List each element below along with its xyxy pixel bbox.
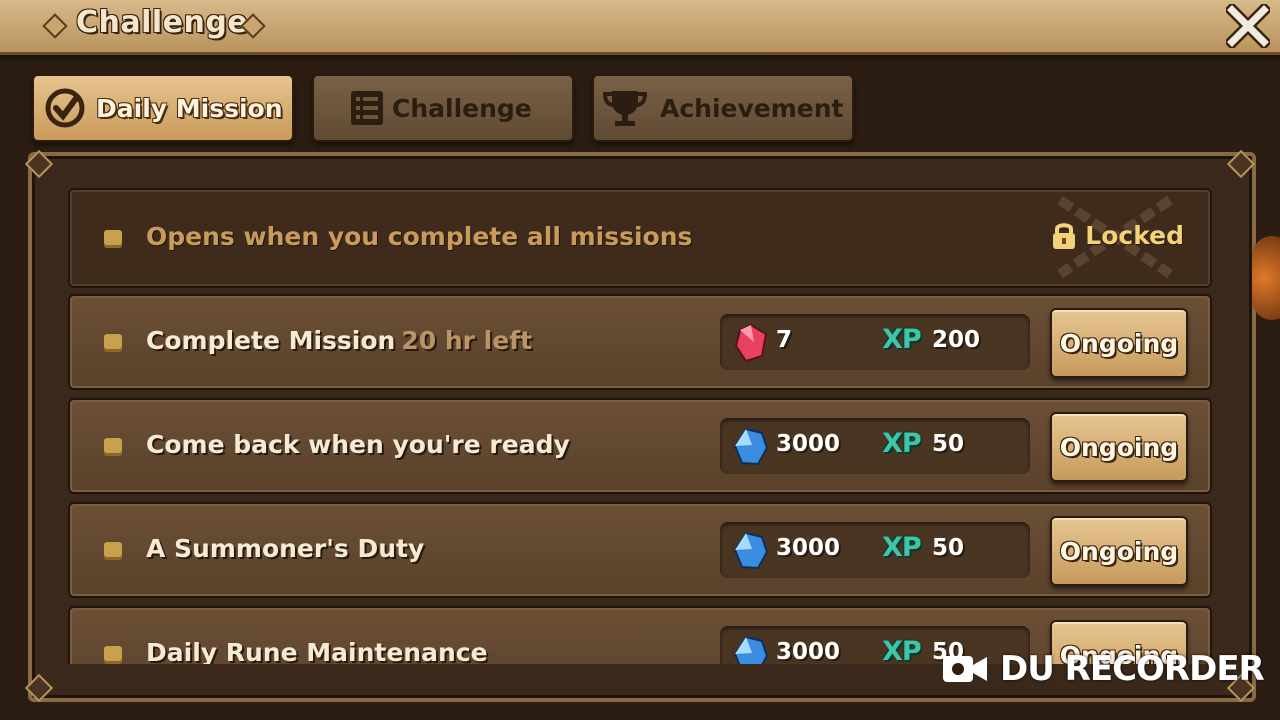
locked-label: Locked <box>1085 220 1184 250</box>
mission-title: Complete Mission 20 hr left <box>146 326 532 355</box>
checkmark-icon <box>45 88 85 128</box>
xp-label: XP <box>882 324 922 355</box>
reward-box: 7 XP 200 <box>720 314 1030 370</box>
mission-list[interactable]: Opens when you complete all missions Loc… <box>68 188 1212 664</box>
close-icon[interactable] <box>1226 4 1270 48</box>
list-icon <box>351 91 383 125</box>
ongoing-button[interactable]: Ongoing <box>1050 412 1188 482</box>
tab-label: Daily Mission <box>96 93 283 123</box>
blue-crystal-icon <box>734 532 768 570</box>
mission-title-text: Complete Mission <box>146 326 396 355</box>
mission-row: Come back when you're ready 3000 XP 50 O… <box>68 398 1212 494</box>
tab-achievement[interactable]: Achievement <box>592 74 854 142</box>
ornament-icon <box>42 13 68 39</box>
blue-crystal-icon <box>734 636 768 664</box>
mission-title: Daily Rune Maintenance <box>146 638 488 664</box>
button-label: Ongoing <box>1059 328 1179 358</box>
tab-label: Achievement <box>660 93 844 123</box>
button-label: Ongoing <box>1059 432 1179 462</box>
bullet-icon <box>104 438 122 456</box>
xp-amount: 50 <box>932 431 965 457</box>
mission-row: Complete Mission 20 hr left 7 XP 200 Ongo… <box>68 294 1212 390</box>
blue-crystal-icon <box>734 428 768 466</box>
reward-box: 3000 XP 50 <box>720 418 1030 474</box>
bullet-icon <box>104 542 122 560</box>
xp-amount: 50 <box>932 535 965 561</box>
xp-label: XP <box>882 428 922 459</box>
time-left: 20 hr left <box>401 326 533 355</box>
mission-title: Come back when you're ready <box>146 430 570 459</box>
xp-label: XP <box>882 636 922 664</box>
bullet-icon <box>104 334 122 352</box>
reward-box: 3000 XP 50 <box>720 522 1030 578</box>
side-tab-handle[interactable] <box>1252 236 1280 320</box>
locked-status: Locked <box>1051 220 1184 250</box>
red-crystal-icon <box>734 324 768 362</box>
reward-amount: 3000 <box>776 535 841 561</box>
xp-amount: 200 <box>932 327 981 353</box>
reward-amount: 3000 <box>776 639 841 664</box>
trophy-icon <box>602 91 648 126</box>
page-title: Challenge <box>76 5 249 40</box>
video-camera-icon <box>943 656 987 682</box>
reward-amount: 3000 <box>776 431 841 457</box>
reward-amount: 7 <box>776 327 793 353</box>
tab-challenge[interactable]: Challenge <box>312 74 574 142</box>
locked-reward-row: Opens when you complete all missions Loc… <box>68 188 1212 288</box>
button-label: Ongoing <box>1059 536 1179 566</box>
tab-daily-mission[interactable]: Daily Mission <box>32 74 294 142</box>
watermark-text: DU RECORDER <box>1000 649 1265 689</box>
xp-label: XP <box>882 532 922 563</box>
recorder-watermark: DU RECORDER <box>942 648 1265 690</box>
ongoing-button[interactable]: Ongoing <box>1050 308 1188 378</box>
tab-label: Challenge <box>392 93 532 123</box>
ongoing-button[interactable]: Ongoing <box>1050 516 1188 586</box>
bullet-icon <box>104 230 122 248</box>
mission-row: A Summoner's Duty 3000 XP 50 Ongoing <box>68 502 1212 598</box>
locked-row-text: Opens when you complete all missions <box>146 222 693 251</box>
lock-icon <box>1053 223 1076 249</box>
bullet-icon <box>104 646 122 664</box>
title-bar: Challenge <box>0 0 1280 55</box>
mission-title: A Summoner's Duty <box>146 534 425 563</box>
